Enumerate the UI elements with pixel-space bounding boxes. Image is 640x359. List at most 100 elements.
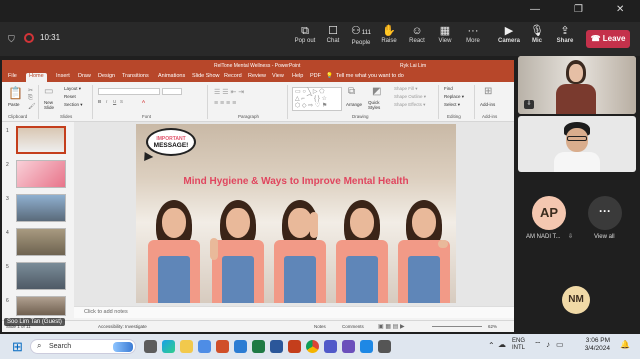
powerpoint-icon[interactable] (288, 340, 301, 353)
tab-record[interactable]: Record (224, 73, 242, 79)
find-button[interactable]: Find (444, 86, 453, 91)
wifi-icon[interactable]: ⌔ (534, 340, 542, 350)
participant-video-2[interactable] (518, 116, 636, 172)
people-button[interactable]: ⚇111 People (346, 24, 376, 46)
share-icon: ⇪ (560, 25, 570, 37)
maximize-button[interactable]: ❐ (574, 4, 583, 15)
tab-design[interactable]: Design (98, 73, 115, 79)
zoom-level[interactable]: 62% (488, 324, 497, 329)
slide-thumbnail-5[interactable] (16, 262, 66, 290)
participant-avatar-nm[interactable]: NM (562, 286, 590, 314)
leave-button[interactable]: ☎ Leave (586, 30, 630, 48)
store-icon[interactable] (198, 340, 211, 353)
tab-home[interactable]: Home (26, 73, 47, 82)
paste-button[interactable]: Paste (8, 102, 20, 107)
view-mode-icons[interactable]: ▣ ▦ ▤ ▶ (378, 323, 405, 330)
office-icon[interactable] (216, 340, 229, 353)
volume-icon[interactable]: ♪ (546, 340, 550, 349)
layout-button[interactable]: Layout ▾ (64, 86, 81, 92)
font-name-dropdown[interactable] (98, 88, 160, 95)
underline-button[interactable]: U (113, 99, 116, 104)
quick-styles-button[interactable]: Quick Styles (368, 100, 390, 110)
italic-button[interactable]: I (106, 99, 107, 104)
new-slide-button[interactable]: New Slide (44, 100, 60, 110)
tab-transitions[interactable]: Transitions (122, 73, 149, 79)
slide-thumbnail-6[interactable] (16, 296, 66, 316)
teams-icon[interactable] (324, 340, 337, 353)
app-icon-3[interactable] (378, 340, 391, 353)
notifications-icon[interactable]: 🔔 (620, 340, 630, 349)
more-button[interactable]: ··· More (458, 24, 488, 44)
tab-slide-show[interactable]: Slide Show (192, 73, 220, 79)
participant-video-1[interactable]: ⇩ (518, 56, 636, 114)
current-slide[interactable]: IMPORTANT MESSAGE! Mind Hygiene & Ways t… (136, 124, 456, 303)
arrange-button[interactable]: Arrange (346, 102, 362, 107)
chat-button[interactable]: ☐ Chat (318, 24, 348, 44)
react-button[interactable]: ☺ React (402, 24, 432, 44)
tell-me-search[interactable]: Tell me what you want to do (336, 73, 404, 79)
chrome-icon[interactable] (306, 340, 319, 353)
shape-fill-button[interactable]: Shape Fill ▾ (394, 86, 418, 92)
tab-file[interactable]: File (8, 73, 17, 79)
participant-avatar-ap[interactable]: AP (532, 196, 566, 230)
format-painter-icon[interactable]: 🖌 (28, 103, 36, 110)
clock[interactable]: 3:06 PM 3/4/2024 (574, 337, 610, 353)
cloud-icon[interactable]: ☁ (498, 340, 506, 349)
slide-thumbnail-2[interactable] (16, 160, 66, 188)
section-button[interactable]: Section ▾ (64, 102, 83, 108)
popout-button[interactable]: ⧉ Pop out (290, 24, 320, 44)
copy-icon[interactable]: ⎘ (28, 95, 33, 102)
word-icon[interactable] (270, 340, 283, 353)
file-explorer-icon[interactable] (180, 340, 193, 353)
bullets-icon[interactable]: ☰ ☰ ⇤ ⇥ (214, 88, 244, 96)
tab-draw[interactable]: Draw (78, 73, 91, 79)
raise-hand-button[interactable]: ✋ Raise (374, 24, 404, 44)
app-icon-2[interactable] (360, 340, 373, 353)
tab-insert[interactable]: Insert (56, 73, 70, 79)
mic-button[interactable]: 🎙 Mic (522, 24, 552, 44)
align-icons[interactable]: ≡ ≡ ≡ ≡ (214, 100, 236, 107)
tab-animations[interactable]: Animations (158, 73, 185, 79)
tab-help[interactable]: Help (292, 73, 303, 79)
excel-icon[interactable] (252, 340, 265, 353)
slide-thumbnail-3[interactable] (16, 194, 66, 222)
replace-button[interactable]: Replace ▾ (444, 94, 464, 100)
shadow-button[interactable]: S (120, 99, 123, 104)
notes-pane[interactable]: Click to add notes (74, 306, 514, 318)
language-indicator[interactable]: ENG INTL (512, 338, 525, 352)
tray-chevron-icon[interactable]: ⌃ (488, 341, 495, 350)
bold-button[interactable]: B (98, 99, 101, 104)
slide-thumbnail-4[interactable] (16, 228, 66, 256)
tab-pdf[interactable]: PDF (310, 73, 321, 79)
notes-button[interactable]: Notes (314, 324, 326, 329)
font-size-dropdown[interactable] (162, 88, 182, 95)
comments-button[interactable]: Comments (342, 324, 364, 329)
zoom-slider[interactable] (432, 326, 482, 327)
close-button[interactable]: ✕ (616, 4, 624, 15)
accessibility-status[interactable]: Accessibility: Investigate (98, 324, 147, 329)
tab-view[interactable]: View (272, 73, 284, 79)
start-icon[interactable]: ⊞ (12, 339, 23, 355)
search-box[interactable]: ⌕ Search (30, 339, 136, 354)
shape-effects-button[interactable]: Shape Effects ▾ (394, 102, 425, 108)
camera-button[interactable]: ▶ Camera (494, 24, 524, 44)
view-all-label[interactable]: View all (594, 234, 615, 240)
select-button[interactable]: Select ▾ (444, 102, 460, 108)
cut-icon[interactable]: ✂ (28, 87, 33, 94)
share-button[interactable]: ⇪ Share (550, 24, 580, 44)
battery-icon[interactable]: ▭ (556, 340, 564, 349)
view-button[interactable]: ▦ View (430, 24, 460, 44)
shape-outline-button[interactable]: Shape Outline ▾ (394, 94, 426, 100)
outlook-icon[interactable] (234, 340, 247, 353)
view-all-button[interactable]: ··· (588, 196, 622, 230)
shapes-gallery[interactable]: ▭ ○ ╲ ▷ ⬠ △ ⌐ ⌒ { } ☆ ⬡ ◇ ⇨ ♡ ⚑ (292, 87, 342, 111)
font-color-button[interactable]: A (142, 99, 145, 104)
edge-icon[interactable] (162, 340, 175, 353)
minimize-button[interactable]: — (530, 4, 540, 15)
addins-button[interactable]: Add-ins (480, 102, 495, 107)
tab-review[interactable]: Review (248, 73, 266, 79)
reset-button[interactable]: Reset (64, 94, 76, 99)
slide-thumbnail-1[interactable] (16, 126, 66, 154)
task-view-icon[interactable] (144, 340, 157, 353)
app-icon[interactable] (342, 340, 355, 353)
